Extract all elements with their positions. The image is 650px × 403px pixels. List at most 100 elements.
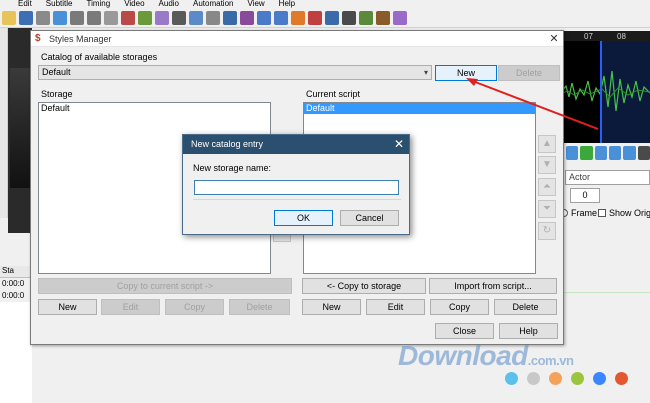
auto-scroll-icon[interactable] (608, 146, 622, 160)
automation-icon[interactable] (240, 10, 254, 25)
move-bottom-up-icon[interactable]: ⏶ (538, 178, 556, 196)
audio-waveform[interactable] (562, 31, 650, 143)
fonts-icon[interactable] (172, 10, 186, 25)
delete-catalog-button[interactable]: Delete (498, 65, 560, 81)
watermark-dot (527, 372, 540, 385)
subtitle-grid (0, 302, 32, 403)
watermark-logo: Download.com.vn (398, 340, 574, 371)
menu-view[interactable]: View (247, 0, 264, 8)
auto-next-icon[interactable] (623, 146, 636, 160)
move-top-icon[interactable]: ▲ (538, 135, 556, 153)
tags-icon[interactable] (393, 10, 407, 25)
timer-icon[interactable] (325, 10, 339, 25)
find-icon[interactable] (70, 10, 84, 25)
dialog-title: Styles Manager (31, 31, 563, 47)
play-icon[interactable] (291, 10, 305, 25)
video-display (8, 28, 32, 233)
import-from-script-button[interactable]: Import from script... (429, 278, 557, 294)
storage-copy-button[interactable]: Copy (165, 299, 224, 315)
script-copy-button[interactable]: Copy (430, 299, 489, 315)
ok-button[interactable]: OK (274, 210, 333, 226)
dialog-title: New catalog entry (183, 135, 409, 154)
style-icon[interactable] (121, 10, 135, 25)
grid-row-time[interactable]: 0:00:0 (0, 291, 32, 302)
translate-icon[interactable] (138, 10, 152, 25)
list-item[interactable]: Default (304, 103, 535, 114)
catalog-label: Catalog of available storages (41, 52, 158, 62)
save-icon[interactable] (19, 10, 33, 25)
check-icon[interactable] (342, 10, 356, 25)
actor-field[interactable]: Actor (565, 170, 650, 185)
watermark-dot (593, 372, 606, 385)
catalog-dropdown[interactable]: Default ▾ (38, 65, 432, 80)
cancel-button[interactable]: Cancel (340, 210, 399, 226)
menu-video[interactable]: Video (124, 0, 144, 8)
attachments-icon[interactable] (189, 10, 203, 25)
folder-icon[interactable] (2, 10, 16, 25)
left-tool-strip (0, 28, 8, 218)
script-delete-button[interactable]: Delete (494, 299, 557, 315)
menu-edit[interactable]: Edit (18, 0, 32, 8)
watermark-dot (615, 372, 628, 385)
frame-option[interactable]: Frame (560, 208, 597, 218)
audio-tick-label: 08 (617, 32, 626, 41)
current-script-label: Current script (306, 89, 361, 99)
copy-to-storage-button[interactable]: <- Copy to storage (302, 278, 426, 294)
tool-icon[interactable] (104, 10, 118, 25)
show-original-option[interactable]: Show Origi (598, 208, 650, 218)
stop-icon[interactable] (308, 10, 322, 25)
show-original-checkbox[interactable] (598, 209, 606, 217)
snap-icon[interactable] (274, 10, 288, 25)
storage-edit-button[interactable]: Edit (101, 299, 160, 315)
watermark-dot (571, 372, 584, 385)
sort-icon[interactable]: ↻ (538, 222, 556, 240)
audio-controls (562, 143, 650, 163)
menu-bar: Edit Subtitle Timing Video Audio Automat… (0, 0, 650, 8)
storage-label: Storage (41, 89, 73, 99)
waveform-graphic (562, 31, 650, 143)
layer-field[interactable]: 0 (570, 188, 600, 203)
script-new-button[interactable]: New (302, 299, 361, 315)
close-icon[interactable]: ✕ (545, 31, 563, 47)
replace-icon[interactable] (87, 10, 101, 25)
script-edit-button[interactable]: Edit (366, 299, 425, 315)
video-open-icon[interactable] (36, 10, 50, 25)
chevron-down-icon: ▾ (423, 68, 428, 77)
watermark-dot (505, 372, 518, 385)
shift-icon[interactable] (257, 10, 271, 25)
grid-row-highlight (562, 292, 650, 293)
grid-header-start: Sta (0, 266, 32, 278)
divider (193, 199, 401, 200)
menu-subtitle[interactable]: Subtitle (46, 0, 73, 8)
arrow-right-icon[interactable] (566, 146, 579, 160)
new-catalog-button[interactable]: New (435, 65, 497, 81)
timing-icon[interactable] (206, 10, 220, 25)
audio-cursor (600, 41, 602, 143)
close-icon[interactable]: ✕ (389, 135, 409, 154)
help-button[interactable]: Help (499, 323, 558, 339)
move-up-icon[interactable]: ▼ (538, 156, 556, 174)
close-button[interactable]: Close (435, 323, 494, 339)
clock-icon[interactable] (223, 10, 237, 25)
storage-name-input[interactable] (194, 180, 399, 195)
hammer-icon[interactable] (376, 10, 390, 25)
menu-timing[interactable]: Timing (86, 0, 110, 8)
move-down-icon[interactable]: ⏷ (538, 200, 556, 218)
copy-to-script-button[interactable]: Copy to current script -> (38, 278, 292, 294)
storage-delete-button[interactable]: Delete (229, 299, 290, 315)
menu-audio[interactable]: Audio (159, 0, 179, 8)
menu-help[interactable]: Help (279, 0, 295, 8)
spectrum-icon[interactable] (637, 146, 650, 160)
commit-icon[interactable] (580, 146, 593, 160)
video-seek-bar[interactable] (0, 233, 32, 251)
storage-new-button[interactable]: New (38, 299, 97, 315)
new-catalog-entry-dialog: New catalog entry ✕ New storage name: OK… (182, 134, 410, 235)
main-toolbar (0, 8, 650, 28)
menu-automation[interactable]: Automation (193, 0, 233, 8)
auto-commit-icon[interactable] (594, 146, 607, 160)
arrow-right-icon[interactable] (53, 10, 67, 25)
spell-icon[interactable] (359, 10, 373, 25)
grid-row-time[interactable]: 0:00:0 (0, 279, 32, 290)
list-item[interactable]: Default (39, 103, 270, 114)
properties-icon[interactable] (155, 10, 169, 25)
